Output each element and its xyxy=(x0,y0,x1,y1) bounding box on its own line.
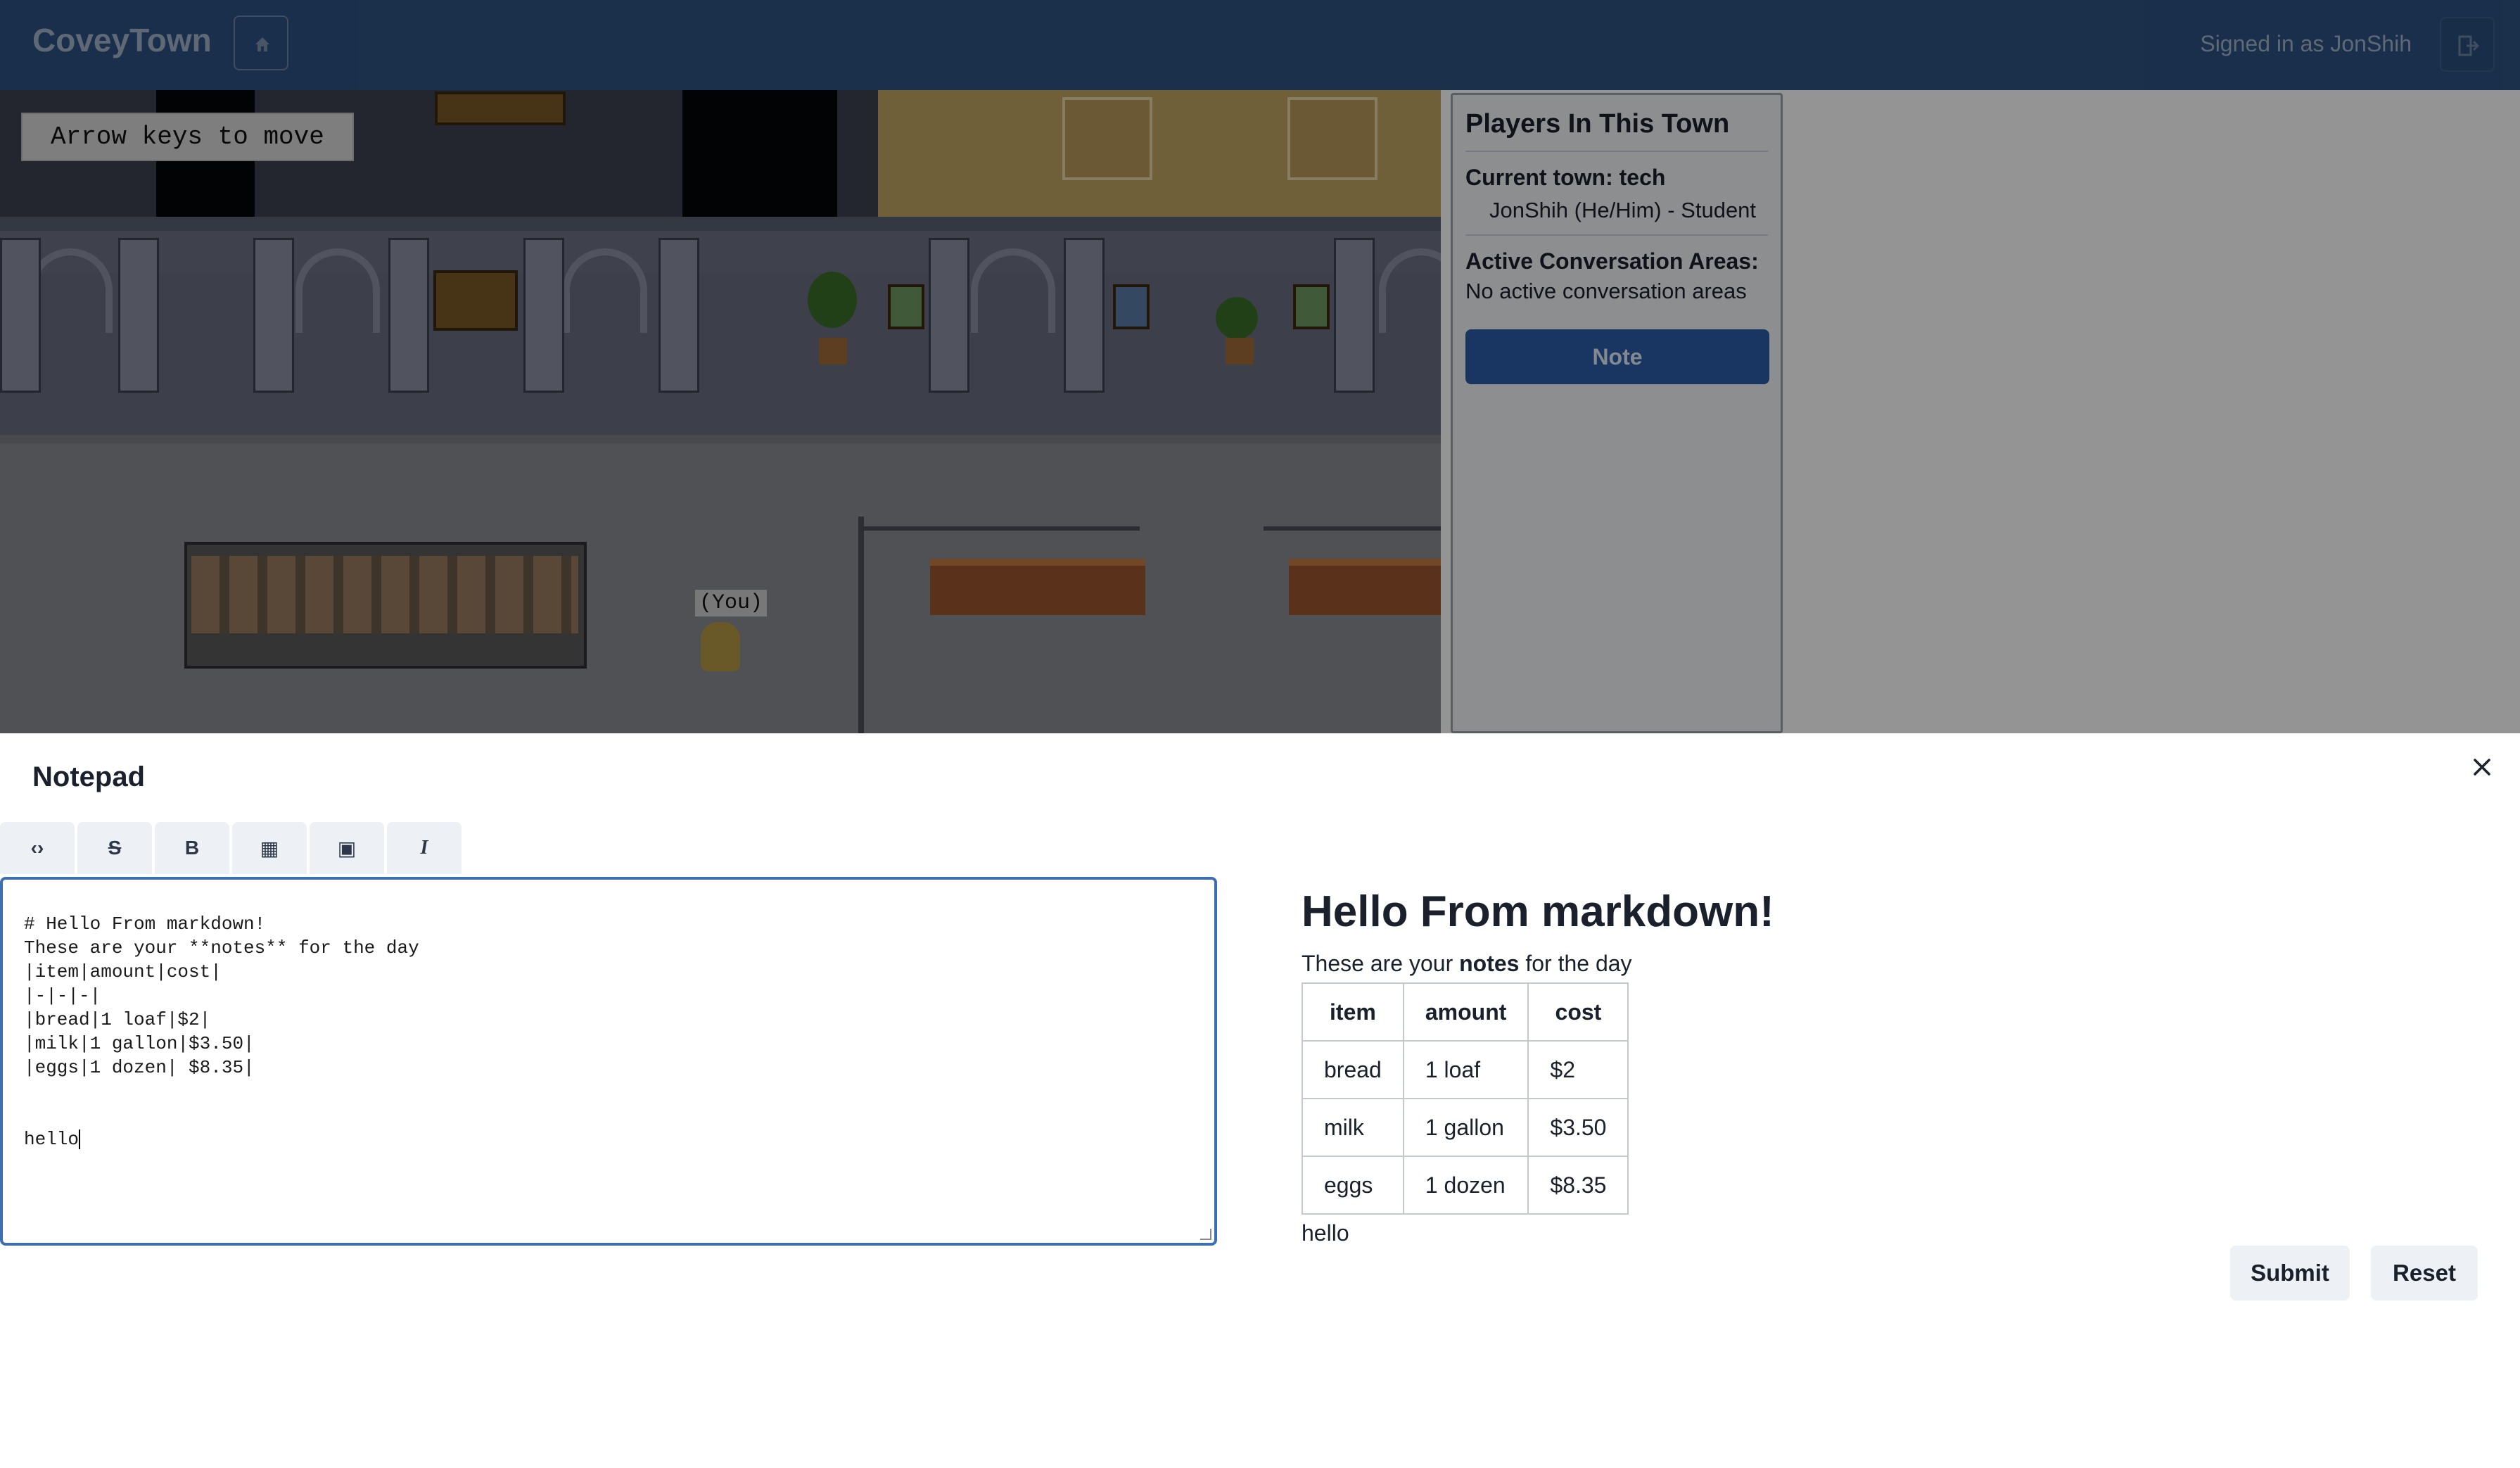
notepad-title: Notepad xyxy=(32,761,145,792)
editor-line: |bread|1 loaf|$2| xyxy=(24,1009,211,1030)
preview-table: item amount cost bread 1 loaf $2 milk 1 … xyxy=(1302,982,1629,1215)
table-cell: 1 loaf xyxy=(1402,1040,1529,1099)
preview-paragraph: These are your notes for the day xyxy=(1302,951,1774,977)
table-header: cost xyxy=(1527,982,1629,1042)
editor-line-text: hello xyxy=(24,1129,79,1150)
preview-heading: Hello From markdown! xyxy=(1302,887,1774,936)
text-caret xyxy=(79,1130,81,1150)
table-cell: 1 gallon xyxy=(1402,1098,1529,1157)
preview-bold-text: notes xyxy=(1459,951,1520,976)
editor-line: |milk|1 gallon|$3.50| xyxy=(24,1033,255,1054)
preview-text: These are your xyxy=(1302,951,1460,976)
table-cell: eggs xyxy=(1302,1156,1404,1215)
table-row: eggs 1 dozen $8.35 xyxy=(1302,1156,1629,1215)
table-row: milk 1 gallon $3.50 xyxy=(1302,1098,1629,1157)
editor-line: |eggs|1 dozen| $8.35| xyxy=(24,1057,255,1078)
markdown-toolbar: ‹› S B ▦ ▣ I xyxy=(0,822,464,874)
table-button[interactable]: ▦ xyxy=(232,822,307,874)
table-cell: $8.35 xyxy=(1527,1156,1629,1215)
image-button[interactable]: ▣ xyxy=(310,822,384,874)
resize-handle[interactable] xyxy=(1200,1229,1211,1240)
markdown-preview: Hello From markdown! These are your note… xyxy=(1302,887,1774,1246)
editor-line-current: hello xyxy=(24,1127,1193,1151)
close-icon xyxy=(2474,759,2490,776)
strikethrough-icon: S xyxy=(108,837,122,859)
italic-button[interactable]: I xyxy=(387,822,462,874)
editor-line: |item|amount|cost| xyxy=(24,961,222,982)
bold-icon: B xyxy=(184,837,200,859)
reset-button[interactable]: Reset xyxy=(2371,1246,2478,1301)
code-icon: ‹› xyxy=(30,837,44,859)
code-button[interactable]: ‹› xyxy=(0,822,75,874)
table-header-row: item amount cost xyxy=(1302,982,1629,1042)
editor-line: # Hello From markdown! xyxy=(24,913,266,935)
editor-line: These are your **notes** for the day xyxy=(24,937,419,958)
markdown-editor[interactable]: # Hello From markdown! These are your **… xyxy=(0,877,1217,1246)
italic-icon: I xyxy=(420,837,428,859)
table-header: amount xyxy=(1402,982,1529,1042)
preview-trailing-text: hello xyxy=(1302,1220,1349,1246)
table-icon: ▦ xyxy=(260,837,279,859)
close-button[interactable] xyxy=(2468,753,2496,781)
table-cell: bread xyxy=(1302,1040,1404,1099)
submit-button[interactable]: Submit xyxy=(2230,1246,2350,1301)
strikethrough-button[interactable]: S xyxy=(77,822,152,874)
preview-text: for the day xyxy=(1519,951,1632,976)
table-row: bread 1 loaf $2 xyxy=(1302,1040,1629,1099)
notepad-drawer: Notepad ‹› S B ▦ ▣ I # Hello From markdo… xyxy=(0,733,2520,1468)
table-cell: $2 xyxy=(1527,1040,1629,1099)
editor-line: |-|-|-| xyxy=(24,985,101,1006)
modal-backdrop[interactable] xyxy=(0,0,2520,733)
table-cell: milk xyxy=(1302,1098,1404,1157)
bold-button[interactable]: B xyxy=(155,822,229,874)
image-icon: ▣ xyxy=(337,837,357,859)
table-cell: $3.50 xyxy=(1527,1098,1629,1157)
table-cell: 1 dozen xyxy=(1402,1156,1529,1215)
table-header: item xyxy=(1302,982,1404,1042)
